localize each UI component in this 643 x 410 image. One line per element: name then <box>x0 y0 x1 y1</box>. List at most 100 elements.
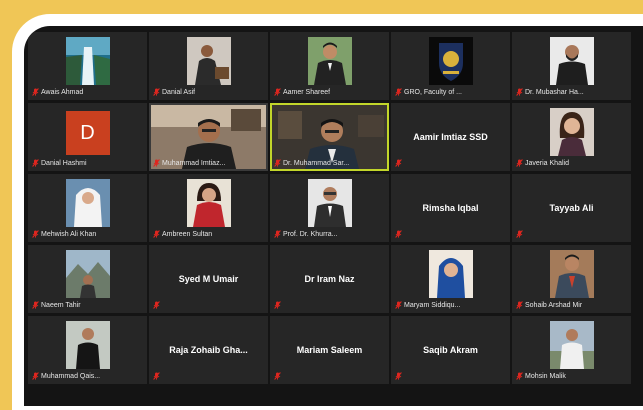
microphone-muted-icon <box>153 88 160 96</box>
profile-picture <box>65 179 110 227</box>
microphone-muted-icon <box>395 88 402 96</box>
participant-tile-tayyab-ali[interactable]: Tayyab Ali <box>512 174 631 242</box>
microphone-muted-icon <box>395 159 402 167</box>
microphone-muted-icon <box>274 230 281 238</box>
participant-name-center: Aamir Imtiaz SSD <box>413 132 488 142</box>
profile-picture <box>428 37 473 85</box>
participant-tile-sohaib-arshad-mir[interactable]: Sohaib Arshad Mir <box>512 245 631 313</box>
participant-name: Mohsin Malik <box>525 372 566 380</box>
profile-picture <box>428 250 473 298</box>
participant-label: Danial Asif <box>153 88 195 96</box>
participant-label <box>516 230 523 238</box>
participant-name: Sohaib Arshad Mir <box>525 301 583 309</box>
participant-tile-aamir-imtiaz-ssd[interactable]: Aamir Imtiaz SSD <box>391 103 510 171</box>
participant-tile-dr-muhammad-sar[interactable]: Dr. Muhammad Sar... <box>270 103 389 171</box>
microphone-muted-icon <box>274 159 281 167</box>
participant-label: Sohaib Arshad Mir <box>516 301 582 309</box>
microphone-muted-icon <box>32 301 39 309</box>
participant-tile-mohsin-malik[interactable]: Mohsin Malik <box>512 316 631 384</box>
microphone-muted-icon <box>153 372 160 380</box>
participant-name-center: Raja Zohaib Gha... <box>169 345 248 355</box>
participant-label <box>274 301 281 309</box>
profile-picture <box>549 321 594 369</box>
participant-label: Ambreen Sultan <box>153 230 212 238</box>
participant-tile-danial-asif[interactable]: Danial Asif <box>149 32 268 100</box>
profile-picture <box>549 250 594 298</box>
participant-name: Prof. Dr. Khurra... <box>283 230 338 238</box>
participant-tile-danial-hashmi[interactable]: D Danial Hashmi <box>28 103 147 171</box>
microphone-muted-icon <box>274 88 281 96</box>
microphone-muted-icon <box>274 372 281 380</box>
participant-label <box>395 372 402 380</box>
microphone-muted-icon <box>516 372 523 380</box>
participant-tile-dr-iram-naz[interactable]: Dr Iram Naz <box>270 245 389 313</box>
participant-name: Dr. Muhammad Sar... <box>283 159 350 167</box>
participant-label: Dr. Muhammad Sar... <box>274 159 349 167</box>
participant-tile-mariam-saleem[interactable]: Mariam Saleem <box>270 316 389 384</box>
participant-tile-dr-mubashar-ha[interactable]: Dr. Mubashar Ha... <box>512 32 631 100</box>
profile-picture <box>549 37 594 85</box>
participant-tile-javeria-khalid[interactable]: Javeria Khalid <box>512 103 631 171</box>
participant-label <box>395 230 402 238</box>
microphone-muted-icon <box>516 230 523 238</box>
participant-tile-gro-faculty-of[interactable]: GRO, Faculty of ... <box>391 32 510 100</box>
participant-label: Danial Hashmi <box>32 159 87 167</box>
participant-label: Naeem Tahir <box>32 301 81 309</box>
participant-tile-muhammad-qais[interactable]: Muhammad Qais... <box>28 316 147 384</box>
profile-picture <box>307 37 352 85</box>
participant-label <box>395 159 402 167</box>
profile-picture <box>65 37 110 85</box>
participant-tile-prof-dr-khurra[interactable]: Prof. Dr. Khurra... <box>270 174 389 242</box>
participant-name: Aamer Shareef <box>283 88 331 96</box>
participant-label: Maryam Siddiqu... <box>395 301 460 309</box>
participant-label: Dr. Mubashar Ha... <box>516 88 584 96</box>
microphone-muted-icon <box>32 159 39 167</box>
participant-label: Awais Ahmad <box>32 88 83 96</box>
participant-label: Mehwish Ali Khan <box>32 230 96 238</box>
participant-tile-aamer-shareef[interactable]: Aamer Shareef <box>270 32 389 100</box>
participant-name: Maryam Siddiqu... <box>404 301 461 309</box>
microphone-muted-icon <box>395 372 402 380</box>
participant-name-center: Mariam Saleem <box>296 345 363 355</box>
participant-name: Javeria Khalid <box>525 159 569 167</box>
participant-grid: Awais Ahmad Danial Asif Aamer Shareef GRO, … <box>28 32 631 384</box>
participant-name: Mehwish Ali Khan <box>41 230 97 238</box>
profile-picture <box>186 37 231 85</box>
microphone-muted-icon <box>153 301 160 309</box>
profile-picture <box>65 250 110 298</box>
participant-label <box>274 372 281 380</box>
microphone-muted-icon <box>32 230 39 238</box>
participant-tile-awais-ahmad[interactable]: Awais Ahmad <box>28 32 147 100</box>
participant-tile-muhammad-imtiaz[interactable]: Muhammad Imtiaz... <box>149 103 268 171</box>
microphone-muted-icon <box>153 230 160 238</box>
participant-name: Muhammad Qais... <box>41 372 101 380</box>
participant-name-center: Rimsha Iqbal <box>422 203 479 213</box>
participant-label: Muhammad Qais... <box>32 372 100 380</box>
profile-picture <box>186 179 231 227</box>
participant-tile-syed-m-umair[interactable]: Syed M Umair <box>149 245 268 313</box>
participant-label: Aamer Shareef <box>274 88 330 96</box>
participant-tile-maryam-siddiqu[interactable]: Maryam Siddiqu... <box>391 245 510 313</box>
microphone-muted-icon <box>395 301 402 309</box>
profile-picture <box>307 179 352 227</box>
participant-name: Danial Hashmi <box>41 159 87 167</box>
participant-name-center: Dr Iram Naz <box>304 274 355 284</box>
gallery-view: Awais Ahmad Danial Asif Aamer Shareef GRO, … <box>24 26 643 406</box>
participant-tile-naeem-tahir[interactable]: Naeem Tahir <box>28 245 147 313</box>
participant-tile-rimsha-iqbal[interactable]: Rimsha Iqbal <box>391 174 510 242</box>
participant-tile-saqib-akram[interactable]: Saqib Akram <box>391 316 510 384</box>
participant-label: Javeria Khalid <box>516 159 569 167</box>
participant-name: Ambreen Sultan <box>162 230 213 238</box>
participant-tile-mehwish-ali-khan[interactable]: Mehwish Ali Khan <box>28 174 147 242</box>
participant-tile-raja-zohaib-gha[interactable]: Raja Zohaib Gha... <box>149 316 268 384</box>
microphone-muted-icon <box>153 159 160 167</box>
microphone-muted-icon <box>32 372 39 380</box>
microphone-muted-icon <box>32 88 39 96</box>
participant-label: Muhammad Imtiaz... <box>153 159 225 167</box>
participant-name: Danial Asif <box>162 88 196 96</box>
participant-name: Naeem Tahir <box>41 301 81 309</box>
participant-name: Muhammad Imtiaz... <box>162 159 226 167</box>
microphone-muted-icon <box>274 301 281 309</box>
participant-name: Dr. Mubashar Ha... <box>525 88 584 96</box>
participant-tile-ambreen-sultan[interactable]: Ambreen Sultan <box>149 174 268 242</box>
